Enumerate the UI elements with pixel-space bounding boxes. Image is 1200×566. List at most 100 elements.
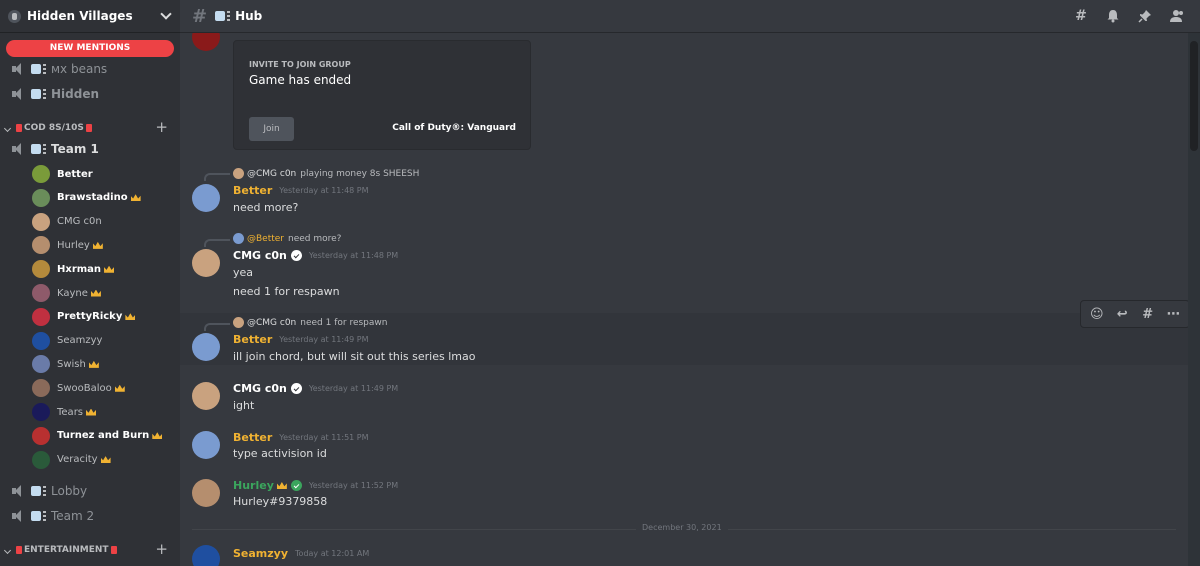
voice-channel-team1[interactable]: Team 1 (11, 138, 99, 160)
avatar[interactable] (192, 333, 220, 361)
author-name: Better (233, 184, 273, 197)
avatar[interactable] (192, 33, 220, 51)
chevron-down-icon (3, 546, 12, 554)
reply-reference[interactable]: @CMG c0n need 1 for respawn (233, 317, 387, 328)
avatar[interactable] (192, 184, 220, 212)
join-button[interactable]: Join (249, 117, 294, 141)
member-name: PrettyRicky (57, 311, 123, 323)
message-author[interactable]: Better Yesterday at 11:48 PM (233, 184, 369, 197)
avatar[interactable] (192, 431, 220, 459)
message-text: need more? (233, 201, 299, 214)
voice-member[interactable]: Swish (32, 354, 99, 374)
avatar[interactable] (192, 545, 220, 566)
voice-member[interactable]: Hxrman (32, 259, 115, 279)
crown-icon (88, 360, 99, 368)
category-cod[interactable]: COD 8S/10S + (3, 118, 172, 136)
member-name: Veracity (57, 454, 98, 466)
channel-sidebar: Hidden Villages NEW MENTIONS ᴍх beans Hi… (0, 0, 180, 566)
member-list-icon[interactable] (1168, 7, 1186, 25)
message-toolbar: ☺ ↩ # ⋯ (1080, 300, 1188, 328)
crown-icon (114, 384, 125, 392)
message-author[interactable]: Seamzyy Today at 12:01 AM (233, 547, 369, 560)
voice-member[interactable]: Brawstadino (32, 188, 141, 208)
reply-spine (204, 239, 230, 247)
voice-channel-lobby[interactable]: Lobby (11, 480, 87, 502)
red-square-icon (16, 546, 22, 554)
voice-channel[interactable]: Hidden (11, 83, 99, 105)
message-author[interactable]: Better Yesterday at 11:49 PM (233, 333, 369, 346)
timestamp: Yesterday at 11:48 PM (308, 251, 399, 260)
avatar (233, 168, 244, 179)
divider-icon (227, 11, 231, 21)
add-channel-icon[interactable]: + (155, 540, 168, 558)
scrollbar-thumb[interactable] (1190, 41, 1198, 151)
speaker-icon (11, 485, 25, 497)
more-icon[interactable]: ⋯ (1163, 304, 1183, 324)
speaker-icon (11, 63, 25, 75)
invite-title: Game has ended (249, 73, 352, 87)
timestamp: Today at 12:01 AM (295, 549, 370, 558)
voice-member[interactable]: PrettyRicky (32, 307, 136, 327)
avatar (32, 426, 50, 445)
new-mentions-bar[interactable]: NEW MENTIONS (6, 40, 174, 57)
avatar (233, 317, 244, 328)
voice-member[interactable]: CMG c0n (32, 212, 102, 232)
message-text: type activision id (233, 447, 327, 460)
avatar (32, 379, 50, 398)
voice-channel-team2[interactable]: Team 2 (11, 505, 94, 527)
voice-member[interactable]: Turnez and Burn (32, 426, 163, 446)
speaker-icon (11, 143, 25, 155)
invite-label: INVITE TO JOIN GROUP (249, 60, 351, 69)
voice-member[interactable]: Veracity (32, 450, 111, 470)
reply-icon[interactable]: ↩ (1112, 304, 1132, 324)
reply-text: playing money 8s SHEESH (300, 168, 420, 179)
reply-reference[interactable]: @Better need more? (233, 233, 341, 244)
red-square-icon (110, 546, 117, 554)
crown-icon (86, 408, 97, 416)
crown-icon (104, 265, 115, 273)
avatar[interactable] (192, 249, 220, 277)
member-name: Hurley (57, 239, 90, 251)
message-author[interactable]: Hurley Yesterday at 11:52 PM (233, 479, 398, 492)
voice-member[interactable]: Hurley (32, 235, 103, 255)
member-name: Hxrman (57, 263, 102, 275)
message-author[interactable]: CMG c0n Yesterday at 11:48 PM (233, 249, 398, 262)
game-name: Call of Duty®: Vanguard (392, 123, 516, 133)
bell-icon[interactable] (1104, 7, 1122, 25)
chevron-down-icon[interactable] (160, 8, 172, 20)
voice-member[interactable]: SwooBaloo (32, 378, 125, 398)
threads-icon[interactable]: # (1072, 7, 1090, 25)
voice-member[interactable]: Tears (32, 402, 97, 422)
voice-channel[interactable]: ᴍх beans (11, 58, 107, 80)
timestamp: Yesterday at 11:49 PM (308, 384, 399, 393)
avatar (233, 233, 244, 244)
message-author[interactable]: CMG c0n Yesterday at 11:49 PM (233, 382, 398, 395)
avatar[interactable] (192, 382, 220, 410)
voice-member[interactable]: Better (32, 164, 93, 184)
avatar[interactable] (192, 479, 220, 507)
reply-reference[interactable]: @CMG c0n playing money 8s SHEESH (233, 168, 419, 179)
author-name: Better (233, 333, 273, 346)
divider-icon (43, 486, 46, 496)
pin-icon[interactable] (1136, 7, 1154, 25)
scrollbar[interactable] (1188, 33, 1200, 566)
avatar (32, 331, 50, 350)
add-channel-icon[interactable]: + (155, 118, 168, 136)
message-text: need 1 for respawn (233, 285, 340, 298)
reply-author: @Better (247, 233, 285, 244)
ice-cube-icon (31, 144, 41, 154)
ice-cube-icon (31, 89, 41, 99)
voice-member[interactable]: Kayne (32, 283, 101, 303)
divider-icon (43, 511, 46, 521)
add-reaction-icon[interactable]: ☺ (1087, 304, 1107, 324)
message-author[interactable]: Better Yesterday at 11:51 PM (233, 431, 369, 444)
server-header[interactable]: Hidden Villages (0, 0, 180, 33)
speaker-icon (11, 510, 25, 522)
verified-icon (290, 383, 302, 394)
thread-icon[interactable]: # (1138, 304, 1158, 324)
category-entertainment[interactable]: ENTERTAINMENT + (3, 540, 172, 558)
author-name: Hurley (233, 479, 274, 492)
voice-member[interactable]: Seamzyy (32, 331, 102, 351)
message-text: ight (233, 399, 255, 412)
crown-icon (276, 482, 287, 489)
